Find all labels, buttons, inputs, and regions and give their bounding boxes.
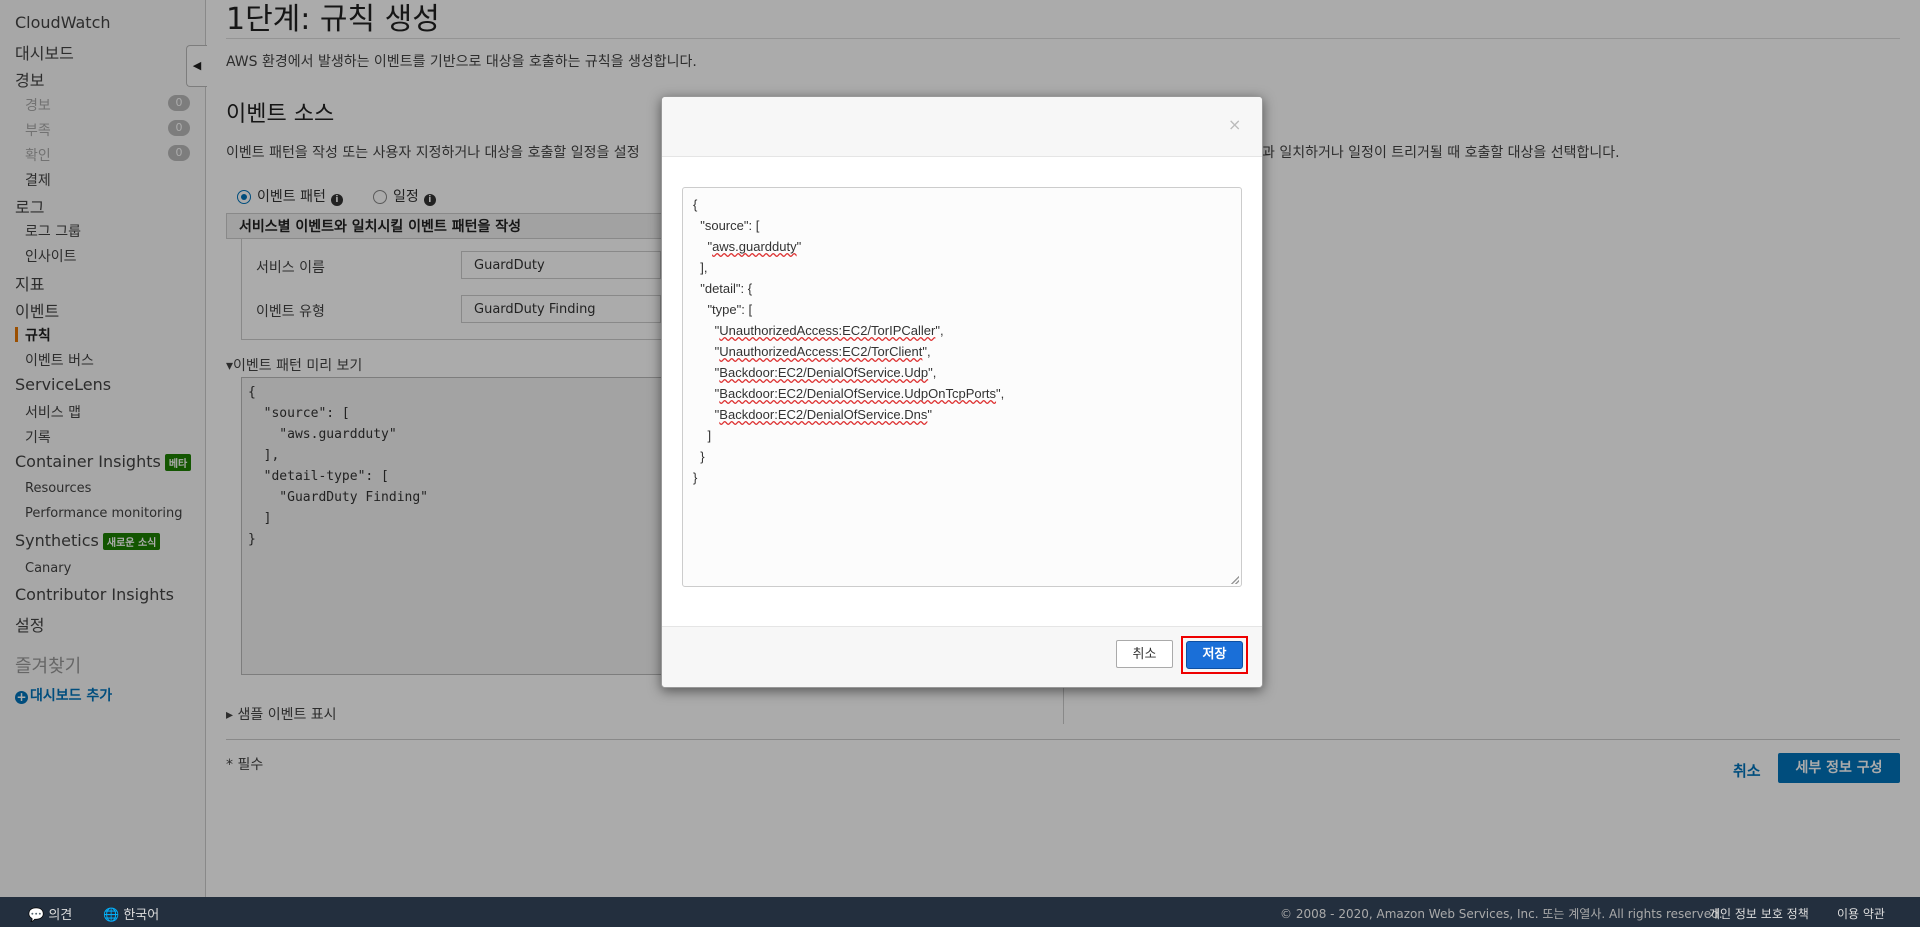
modal-header: ×: [662, 97, 1262, 157]
editor-line: "Backdoor:EC2/DenialOfService.Udp",: [693, 365, 937, 380]
language-selector[interactable]: 🌐 한국어: [103, 904, 159, 923]
editor-line: "Backdoor:EC2/DenialOfService.UdpOnTcpPo…: [693, 386, 1005, 401]
modal-save-button[interactable]: 저장: [1186, 641, 1243, 669]
event-pattern-editor[interactable]: { "source": [ "aws.guardduty" ], "detail…: [682, 187, 1242, 587]
terms-link[interactable]: 이용 약관: [1837, 905, 1885, 922]
language-label: 한국어: [123, 908, 160, 923]
close-icon[interactable]: ×: [1228, 115, 1241, 134]
console-footer: 💬 의견 🌐 한국어 © 2008 - 2020, Amazon Web Ser…: [0, 897, 1920, 927]
editor-line: "source": [: [693, 218, 760, 233]
speech-bubble-icon: 💬: [28, 908, 45, 923]
modal-cancel-button[interactable]: 취소: [1116, 640, 1173, 668]
editor-line: "type": [: [693, 302, 753, 317]
editor-line: {: [693, 197, 698, 212]
editor-line: "Backdoor:EC2/DenialOfService.Dns": [693, 407, 933, 422]
edit-pattern-modal: × { "source": [ "aws.guardduty" ], "deta…: [661, 96, 1263, 688]
feedback-link[interactable]: 💬 의견: [28, 904, 72, 923]
editor-line: ],: [693, 260, 708, 275]
modal-footer: 취소 저장: [662, 626, 1262, 687]
feedback-label: 의견: [48, 908, 73, 923]
privacy-link[interactable]: 개인 정보 보호 정책: [1709, 905, 1809, 922]
editor-line: "UnauthorizedAccess:EC2/TorIPCaller",: [693, 323, 944, 338]
resize-handle-icon[interactable]: [1231, 576, 1239, 584]
copyright-text: © 2008 - 2020, Amazon Web Services, Inc.…: [1280, 907, 1723, 921]
editor-line: "UnauthorizedAccess:EC2/TorClient",: [693, 344, 931, 359]
editor-line: }: [693, 449, 705, 464]
editor-line: ]: [693, 428, 712, 443]
editor-line: "detail": {: [693, 281, 753, 296]
editor-line: }: [693, 470, 698, 485]
globe-icon: 🌐: [103, 908, 120, 923]
editor-line: "aws.guardduty": [693, 239, 802, 254]
